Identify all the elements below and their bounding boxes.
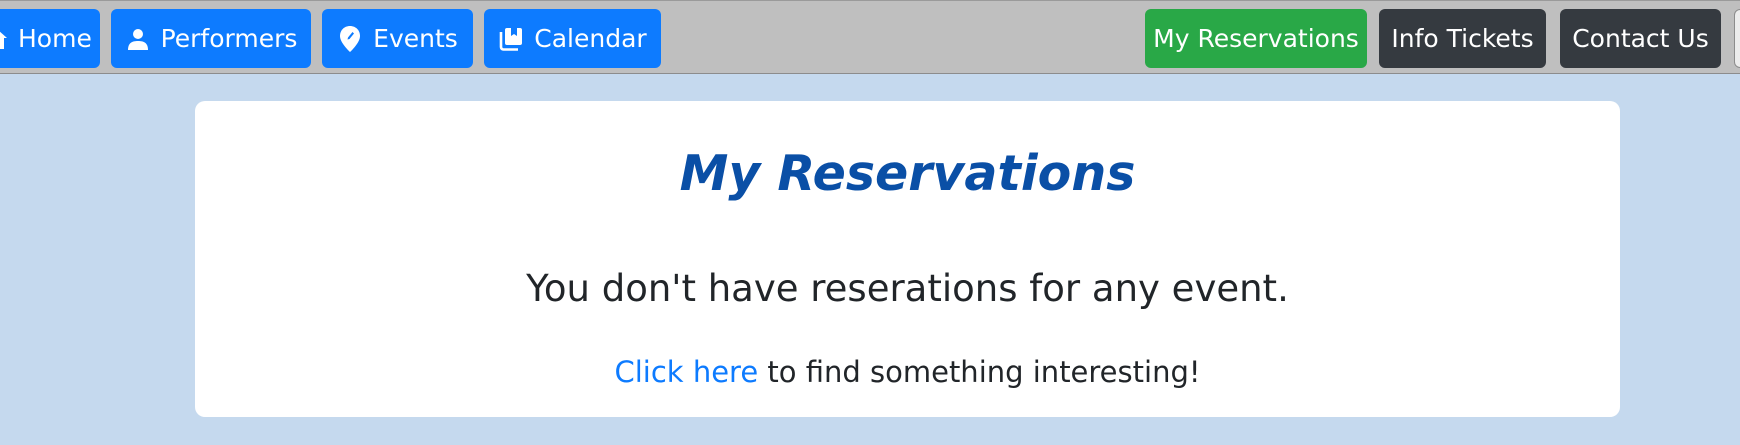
nav-calendar-label: Calendar xyxy=(534,24,647,53)
nav-contact-us-label: Contact Us xyxy=(1572,24,1709,53)
home-icon xyxy=(0,26,10,52)
nav-calendar-button[interactable]: Calendar xyxy=(484,9,661,68)
nav-performers-label: Performers xyxy=(160,24,298,53)
nav-cutoff-button[interactable] xyxy=(1734,9,1740,68)
page-title: My Reservations xyxy=(679,145,1136,202)
cta-rest-text: to find something interesting! xyxy=(758,355,1201,389)
map-pin-icon xyxy=(337,25,363,52)
nav-my-reservations-button[interactable]: My Reservations xyxy=(1145,9,1367,68)
find-events-link[interactable]: Click here xyxy=(615,355,759,389)
empty-state-message: You don't have reserations for any event… xyxy=(526,267,1289,310)
calendar-pages-icon xyxy=(498,26,524,52)
nav-home-label: Home xyxy=(18,24,92,53)
nav-events-label: Events xyxy=(373,24,458,53)
nav-info-tickets-label: Info Tickets xyxy=(1391,24,1534,53)
top-navbar: Home Performers Events Calendar My Reser… xyxy=(0,0,1740,74)
empty-state-cta: Click here to find something interesting… xyxy=(195,355,1620,389)
nav-info-tickets-button[interactable]: Info Tickets xyxy=(1379,9,1546,68)
nav-contact-us-button[interactable]: Contact Us xyxy=(1560,9,1721,68)
person-icon xyxy=(125,26,151,52)
nav-events-button[interactable]: Events xyxy=(322,9,473,68)
nav-my-reservations-label: My Reservations xyxy=(1153,24,1359,53)
nav-performers-button[interactable]: Performers xyxy=(111,9,311,68)
reservations-card: My Reservations You don't have reseratio… xyxy=(195,101,1620,417)
nav-home-button[interactable]: Home xyxy=(0,9,100,68)
